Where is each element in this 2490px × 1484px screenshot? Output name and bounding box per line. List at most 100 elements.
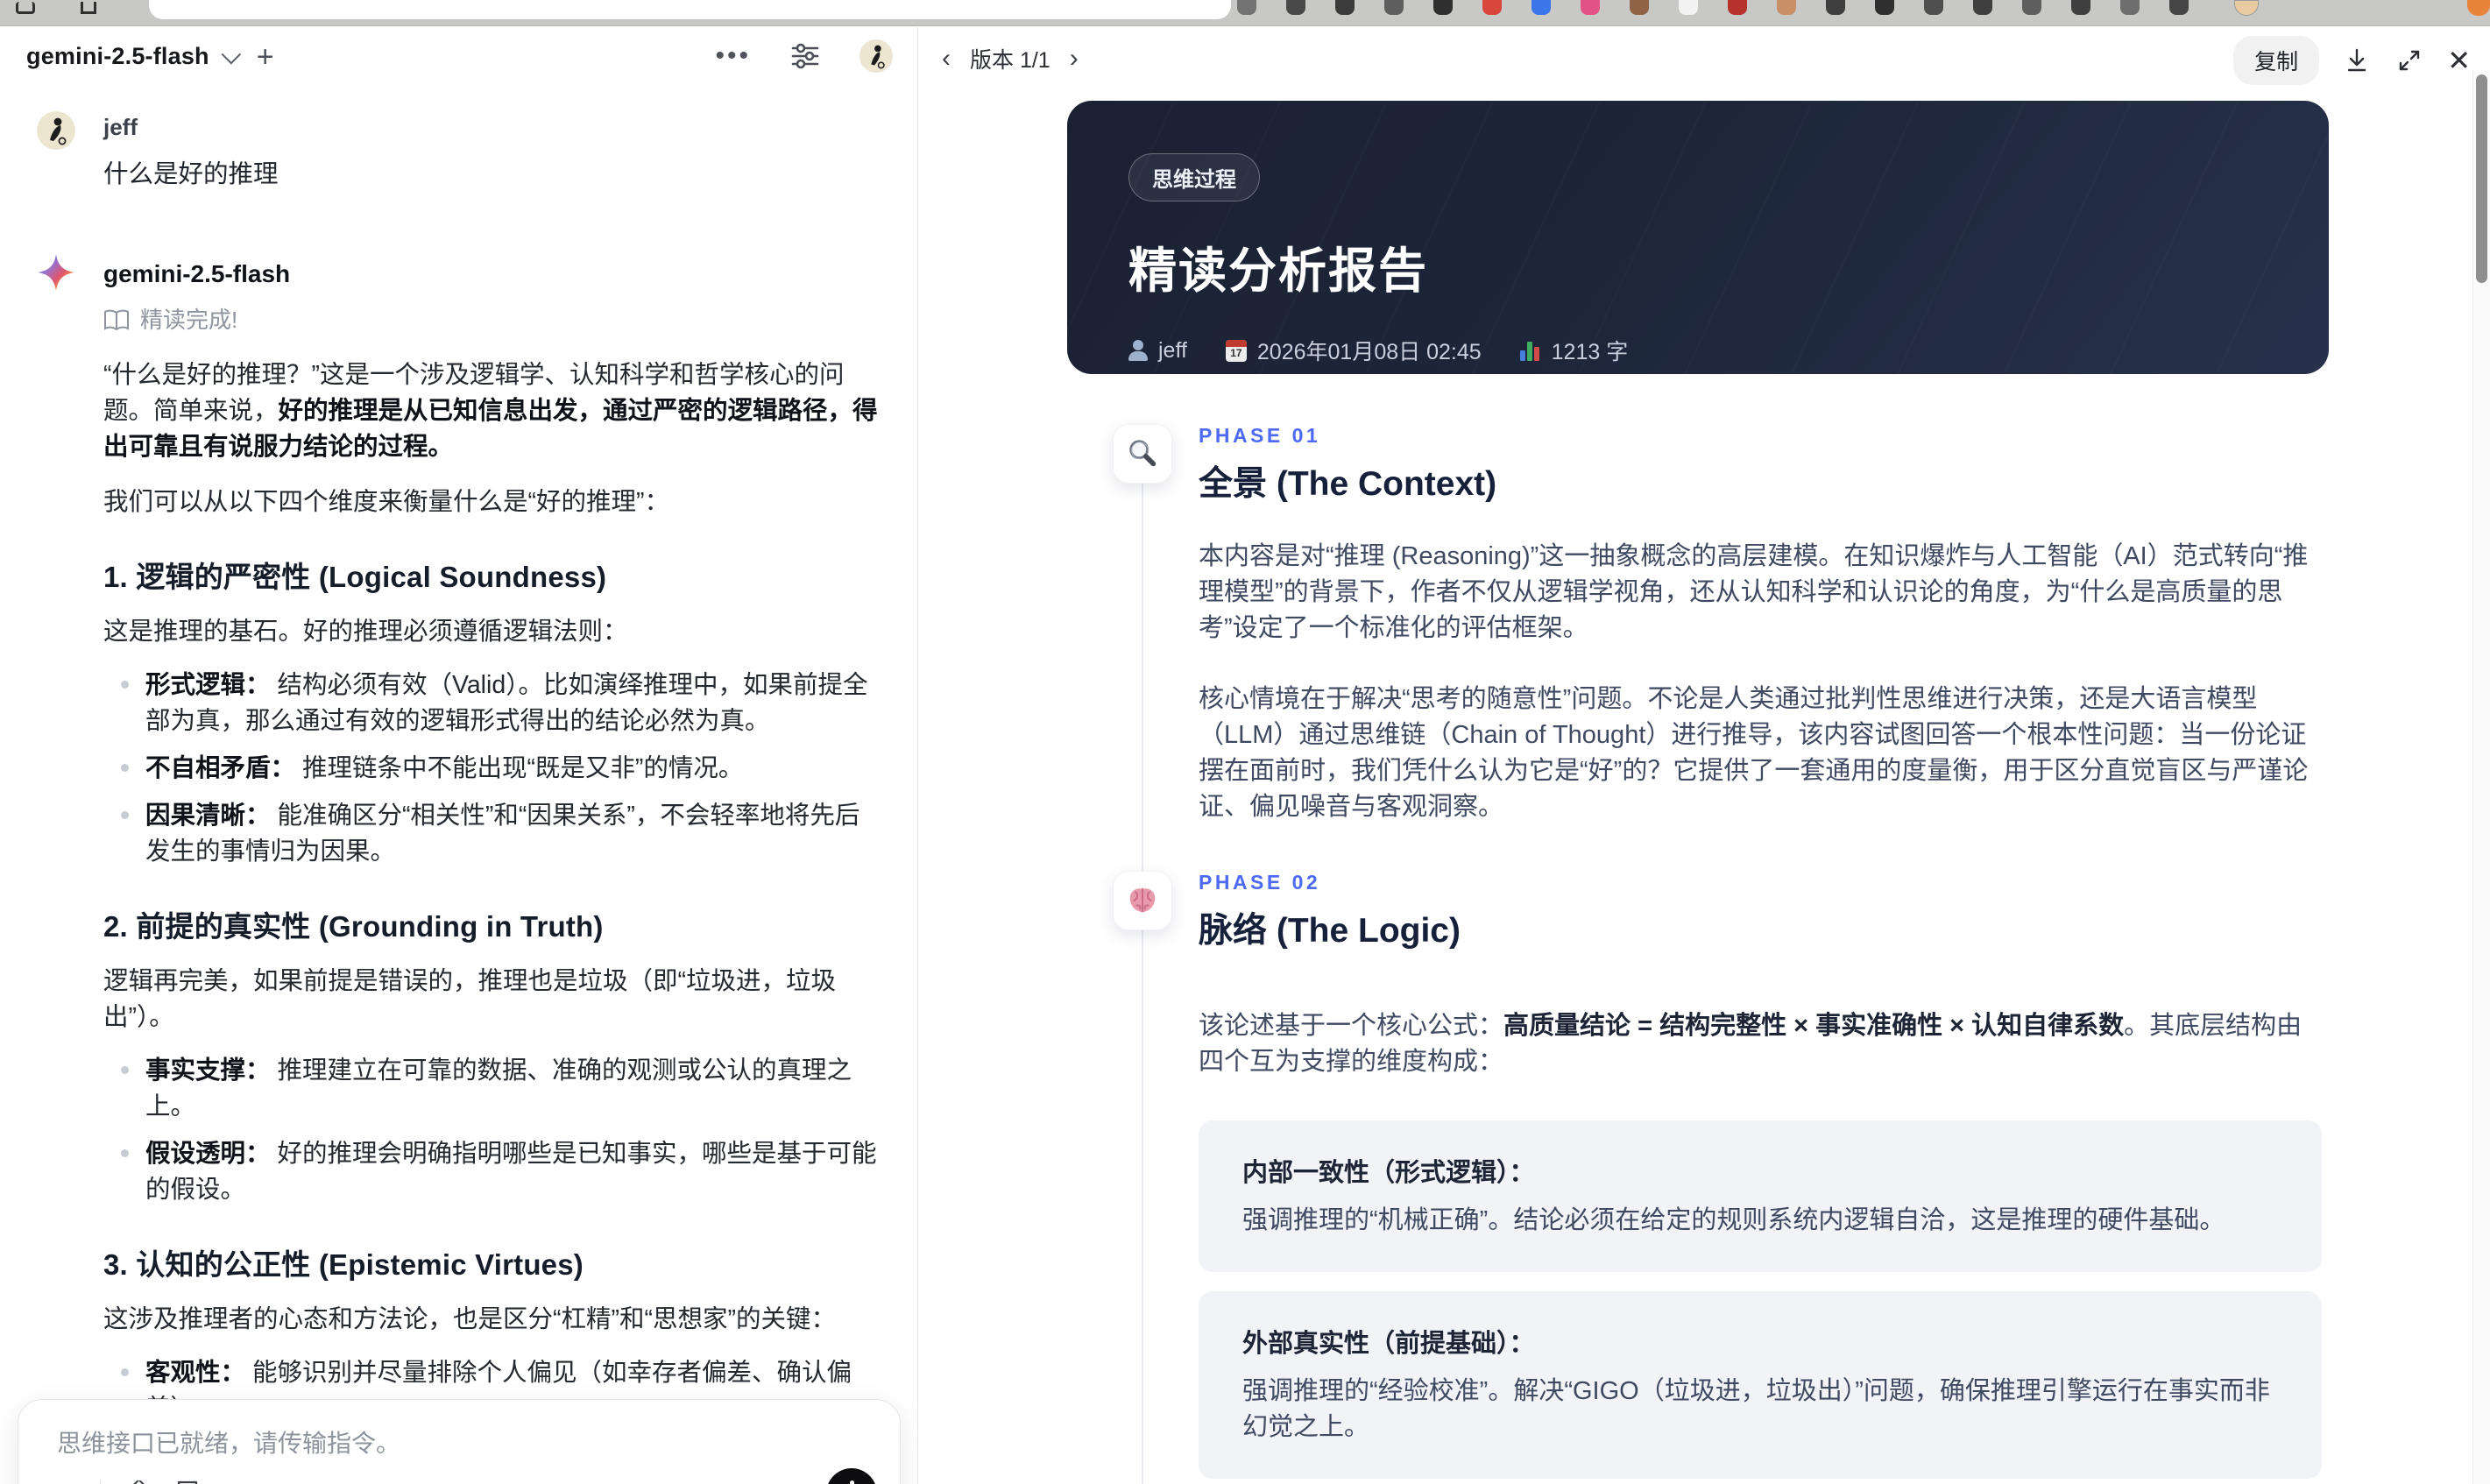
version-prev-icon[interactable]: ‹ — [942, 44, 951, 74]
model-name: gemini-2.5-flash — [26, 43, 209, 69]
meta-wordcount: 1213 字 — [1519, 335, 1628, 366]
meta-author: jeff — [1128, 338, 1187, 364]
assistant-status-text: 精读完成! — [140, 307, 238, 333]
fullscreen-expand-icon[interactable] — [2395, 46, 2424, 75]
address-bar[interactable] — [149, 0, 1231, 19]
extension-icon[interactable] — [1728, 0, 1747, 15]
extension-icon[interactable] — [1581, 0, 1600, 15]
phase-timeline: PHASE 01 全景 (The Context) 本内容是对“推理 (Reas… — [1067, 424, 2329, 1484]
more-options-icon[interactable]: ••• — [715, 40, 751, 72]
extension-icon[interactable] — [1875, 0, 1894, 15]
user-avatar[interactable] — [859, 39, 893, 73]
extension-icon[interactable] — [1777, 0, 1796, 15]
app-window: gemini-2.5-flash + ••• jeff 什么是好的推理 gemi… — [0, 27, 2490, 1484]
tune-sliders-icon[interactable] — [789, 40, 821, 72]
extension-icon[interactable] — [1679, 0, 1698, 15]
scrollbar-track[interactable] — [2472, 70, 2490, 1484]
section-intro-2: 逻辑再完美，如果前提是错误的，推理也是垃圾（即“垃圾进，垃圾出”）。 — [103, 967, 836, 1031]
extension-icon[interactable] — [2120, 0, 2140, 15]
extension-icon[interactable] — [1237, 0, 1256, 15]
section-heading-1: 1. 逻辑的严密性 (Logical Soundness) — [103, 561, 607, 593]
extension-icon[interactable] — [1286, 0, 1305, 15]
phase-title: 全景 (The Context) — [1199, 465, 1497, 503]
report-meta: jeff 2026年01月08日 02:45 1213 字 — [1128, 335, 2267, 366]
download-icon[interactable] — [2342, 46, 2372, 75]
dimension-card-2: 外部真实性（前提基础）： 强调推理的“经验校准”。解决“GIGO（垃圾进，垃圾出… — [1199, 1291, 2322, 1479]
calendar-icon — [1225, 339, 1247, 362]
extension-icon[interactable] — [1826, 0, 1845, 15]
phase-paragraph: 核心情境在于解决“思考的随意性”问题。不论是人类通过批判性思维进行决策，还是大语… — [1199, 685, 2309, 821]
extension-icon[interactable] — [2169, 0, 2189, 15]
dimension-card-1: 内部一致性（形式逻辑）： 强调推理的“机械正确”。结论必须在给定的规则系统内逻辑… — [1199, 1120, 2322, 1272]
list-item: 不自相矛盾： 推理链条中不能出现“既是又非”的情况。 — [103, 751, 878, 787]
phase-title: 脉络 (The Logic) — [1199, 912, 1461, 950]
extension-icon[interactable] — [1924, 0, 1943, 15]
gemini-star-icon — [37, 253, 75, 292]
list-item: 形式逻辑： 结构必须有效（Valid）。比如演绎推理中，如果前提全部为真，那么通… — [103, 668, 878, 739]
jeff-avatar — [37, 111, 75, 150]
version-label: 版本 1/1 — [970, 48, 1050, 73]
extension-icon-orange[interactable] — [2467, 0, 2490, 16]
new-chat-button[interactable]: + — [257, 42, 274, 72]
assistant-status: 精读完成! — [103, 302, 878, 338]
section-heading-3: 3. 认知的公正性 (Epistemic Virtues) — [103, 1248, 584, 1281]
screen: gemini-2.5-flash + ••• jeff 什么是好的推理 gemi… — [0, 0, 2490, 1484]
extension-strip[interactable] — [1237, 0, 2189, 16]
close-icon[interactable]: ✕ — [2447, 44, 2471, 77]
attach-plus-icon[interactable]: + — [57, 1478, 77, 1484]
voice-input-button[interactable] — [826, 1468, 877, 1484]
browser-profile-avatar[interactable] — [2234, 0, 2259, 16]
extension-icon[interactable] — [1973, 0, 1992, 15]
extension-icon[interactable] — [1433, 0, 1453, 15]
brain-icon — [1113, 871, 1172, 930]
divider — [100, 1480, 102, 1484]
list-item: 假设透明： 好的推理会明确指明哪些是已知事实，哪些是基于可能的假设。 — [103, 1136, 878, 1208]
chat-scroll-area[interactable]: jeff 什么是好的推理 gemini-2.5-flash 精读完成! “什么是… — [0, 110, 918, 1484]
composer[interactable]: 思维接口已就绪，请传输指令。 + — [18, 1399, 901, 1484]
version-next-icon[interactable]: › — [1070, 44, 1079, 74]
phase-paragraph: 本内容是对“推理 (Reasoning)”这一抽象概念的高层建模。在知识爆炸与人… — [1199, 542, 2309, 642]
browser-nav-icon[interactable] — [16, 2, 35, 14]
extension-icon[interactable] — [1384, 0, 1404, 15]
magnifier-icon — [1113, 424, 1172, 484]
report-title: 精读分析报告 — [1128, 244, 1429, 298]
assistant-header: gemini-2.5-flash — [38, 253, 878, 292]
chat-header: gemini-2.5-flash + ••• — [0, 27, 917, 97]
assistant-intro: “什么是好的推理？”这是一个涉及逻辑学、认知科学和哲学核心的问题。简单来说，好的… — [103, 361, 878, 461]
extension-icon[interactable] — [2071, 0, 2090, 15]
model-selector[interactable]: gemini-2.5-flash + — [26, 42, 274, 72]
sparkle-diamonds-icon[interactable] — [124, 1480, 153, 1484]
document-panel: ‹ 版本 1/1 › 复制 ✕ 思维过程 精读分析报告 jeff 17 2026… — [919, 27, 2490, 1484]
phase-section-1: PHASE 01 全景 (The Context) 本内容是对“推理 (Reas… — [1067, 424, 2329, 825]
composer-placeholder: 思维接口已就绪，请传输指令。 — [57, 1430, 401, 1457]
bullet-list-2: 事实支撑： 推理建立在可靠的数据、准确的观测或公认的真理之上。 假设透明： 好的… — [103, 1053, 878, 1208]
extension-icon[interactable] — [1482, 0, 1502, 15]
section-intro-1: 这是推理的基石。好的推理必须遵循逻辑法则： — [103, 618, 628, 646]
user-message-author: jeff — [103, 114, 138, 140]
browser-apps-icon[interactable] — [81, 2, 96, 14]
report-badge: 思维过程 — [1128, 153, 1260, 201]
phase-label: PHASE 02 — [1199, 871, 1321, 894]
copy-button[interactable]: 复制 — [2233, 36, 2320, 85]
extension-icon[interactable] — [2022, 0, 2041, 15]
chevron-down-icon — [221, 44, 241, 64]
chat-panel: gemini-2.5-flash + ••• jeff 什么是好的推理 gemi… — [0, 27, 918, 1484]
section-heading-2: 2. 前提的真实性 (Grounding in Truth) — [103, 910, 604, 943]
document-body: 思维过程 精读分析报告 jeff 2026年01月08日 02:45 — [1067, 101, 2329, 1484]
scrollbar-thumb[interactable] — [2476, 74, 2487, 283]
extension-icon[interactable] — [1335, 0, 1355, 15]
section-intro-3: 这涉及推理者的心态和方法论，也是区分“杠精”和“思想家”的关键： — [103, 1305, 836, 1333]
browser-toolbar — [0, 0, 2490, 26]
document-header: ‹ 版本 1/1 › 复制 ✕ — [919, 27, 2490, 90]
bullet-list-1: 形式逻辑： 结构必须有效（Valid）。比如演绎推理中，如果前提全部为真，那么通… — [103, 668, 878, 870]
phase-label: PHASE 01 — [1199, 424, 1321, 447]
open-book-icon — [103, 309, 130, 332]
extension-icon[interactable] — [1630, 0, 1649, 15]
extension-icon[interactable] — [1531, 0, 1551, 15]
user-message-text: 什么是好的推理 — [103, 160, 279, 188]
version-navigator: ‹ 版本 1/1 › — [942, 43, 1079, 74]
phase-section-2: PHASE 02 脉络 (The Logic) 该论述基于一个核心公式：高质量结… — [1067, 871, 2329, 1484]
bookmark-icon[interactable] — [176, 1480, 206, 1484]
phase-formula: 该论述基于一个核心公式：高质量结论 = 结构完整性 × 事实准确性 × 认知自律… — [1199, 1012, 2303, 1076]
list-item: 因果清晰： 能准确区分“相关性”和“因果关系”，不会轻率地将先后发生的事情归为因… — [103, 798, 878, 870]
